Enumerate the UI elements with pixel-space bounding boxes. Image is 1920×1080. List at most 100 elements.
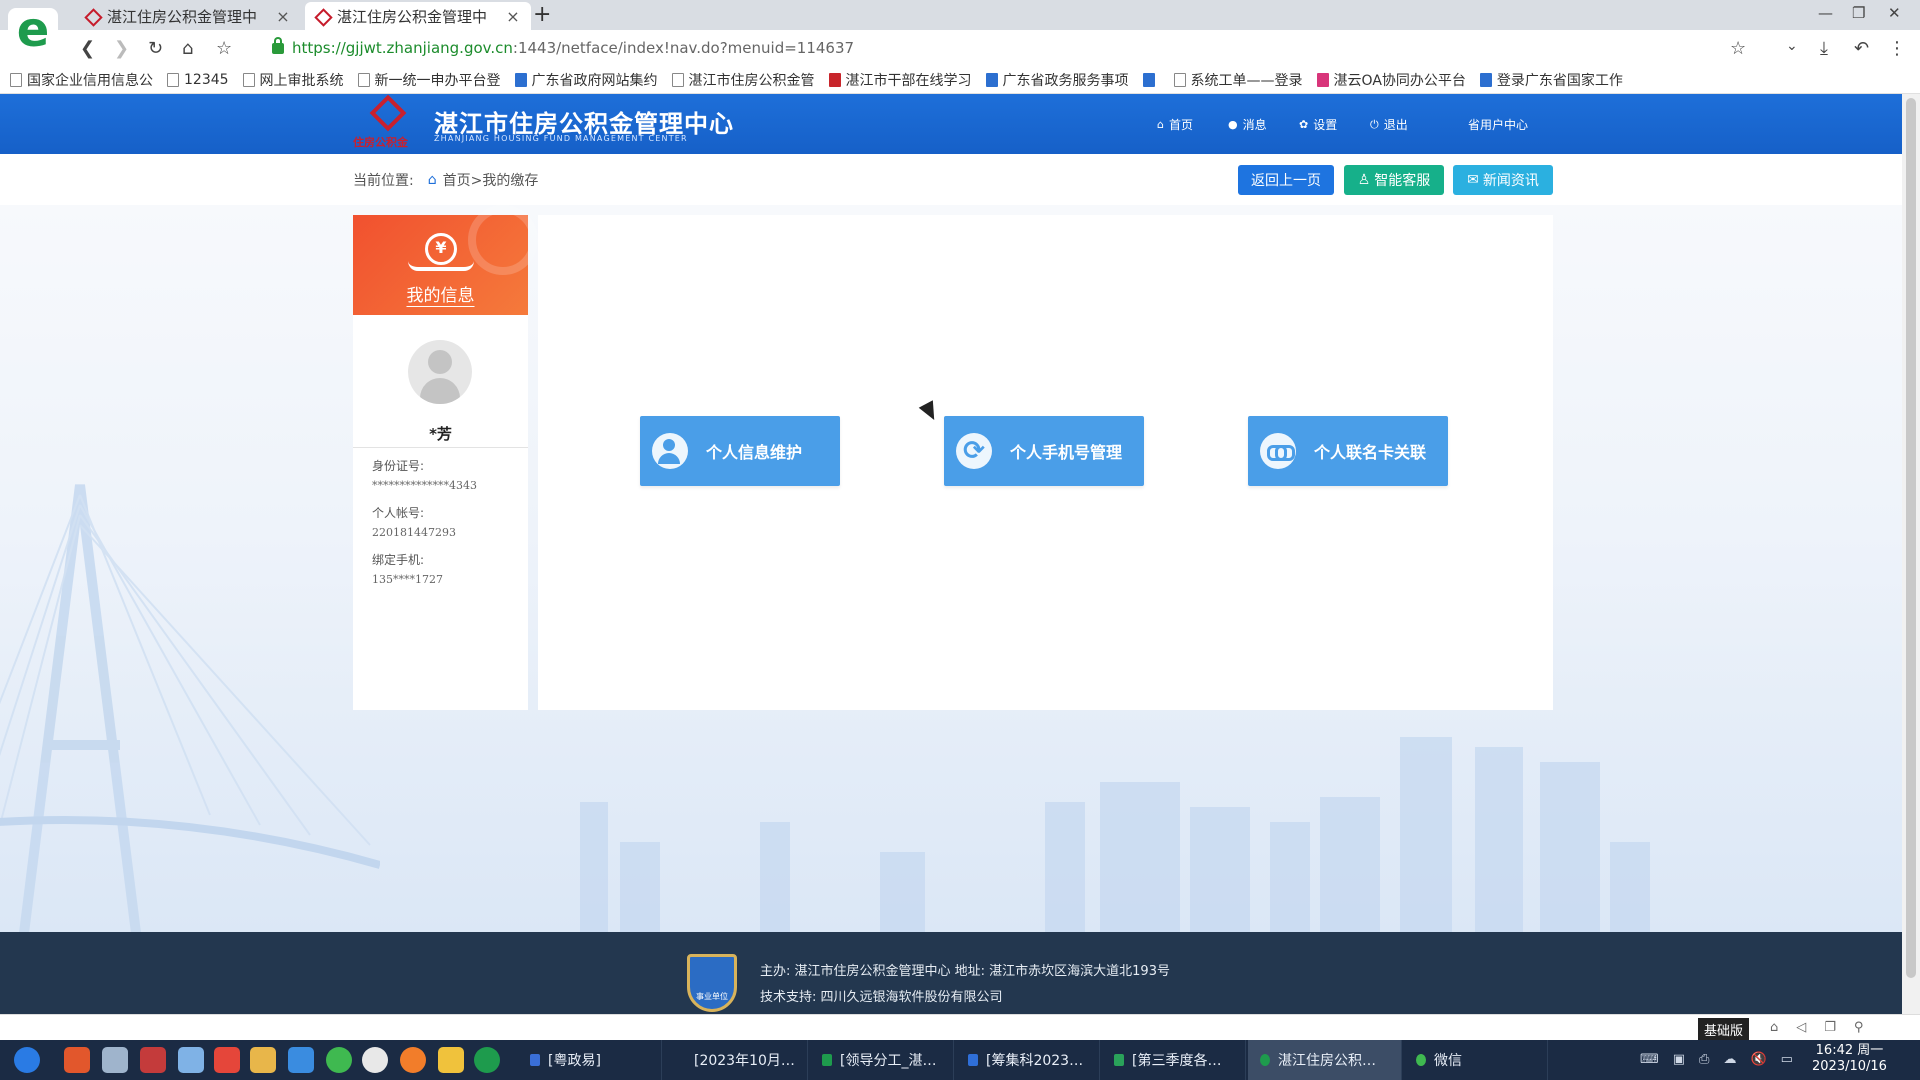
firefox-icon[interactable]	[400, 1047, 426, 1073]
qq-icon[interactable]	[362, 1047, 388, 1073]
breadcrumb-current: >我的缴存	[470, 173, 539, 189]
bookmark-item[interactable]: 12345	[167, 72, 229, 88]
user-name: *芳	[429, 425, 452, 443]
bookmark-item[interactable]: 网上审批系统	[242, 70, 344, 90]
nav-logout[interactable]: ⏻ 退出	[1370, 116, 1408, 133]
joint-card-link-button[interactable]: 个人联名卡关联	[1248, 416, 1448, 486]
start-icon[interactable]	[14, 1047, 40, 1073]
id-number-value: **************4343	[372, 479, 477, 492]
footer-tech-support: 技术支持: 四川久远银海软件股份有限公司	[760, 990, 1003, 1005]
system-tray-icons[interactable]: ⌨▣⎙☁🔇▭	[1640, 1052, 1807, 1067]
public-institution-badge-icon: 事业单位	[687, 954, 737, 1012]
breadcrumb-home-link[interactable]: 首页	[443, 170, 471, 190]
bookmark-item[interactable]: 湛江市干部在线学习	[828, 70, 972, 90]
tab-title: 湛江住房公积金管理中	[107, 7, 258, 26]
housing-fund-logo-icon: 住房公积金	[353, 94, 429, 150]
footer-sponsor: 主办: 湛江市住房公积金管理中心 地址: 湛江市赤坎区海滨大道北193号	[760, 964, 1170, 979]
app-icon[interactable]	[64, 1047, 90, 1073]
breadcrumb: 当前位置: ⌂ 首页 >我的缴存	[353, 170, 538, 190]
nav-home[interactable]: ⌂ 首页	[1157, 116, 1193, 133]
forward-arrow-icon[interactable]: ❯	[114, 38, 129, 59]
person-icon: ♙	[1357, 172, 1371, 188]
bookmark-item[interactable]: 湛云OA协同办公平台	[1316, 70, 1466, 90]
browser-icon	[1260, 1054, 1270, 1066]
app-icon[interactable]	[140, 1047, 166, 1073]
app-icon[interactable]	[102, 1047, 128, 1073]
bridge-illustration	[0, 484, 380, 932]
reload-icon[interactable]: ↻	[148, 38, 163, 59]
browser-tab-bar: e 湛江住房公积金管理中 × 湛江住房公积金管理中 × + — ❐ ✕	[0, 0, 1920, 58]
bookmark-item[interactable]: 广东省政务服务事项	[985, 70, 1129, 90]
download-icon[interactable]: ⤓	[1820, 38, 1828, 59]
app-icon[interactable]	[214, 1047, 240, 1073]
sync-icon	[956, 433, 992, 469]
taskbar-item[interactable]: [2023年10月…	[664, 1040, 808, 1080]
my-info-header[interactable]: 我的信息	[353, 205, 538, 315]
scrollbar-thumb[interactable]	[1906, 98, 1916, 978]
taskbar-item-active[interactable]: 湛江住房公积…	[1248, 1040, 1402, 1080]
nav-settings[interactable]: ✿ 设置	[1299, 116, 1337, 133]
app-icon[interactable]	[288, 1047, 314, 1073]
app-icon	[530, 1054, 540, 1066]
close-tab-icon[interactable]: ×	[275, 7, 291, 26]
clock[interactable]: 16:42 周一 2023/10/16	[1812, 1043, 1887, 1075]
bookmark-item[interactable]: 登录广东省国家工作	[1479, 70, 1623, 90]
site-subtitle: ZHANJIANG HOUSING FUND MANAGEMENT CENTER	[434, 134, 688, 143]
chevron-down-icon[interactable]: ⌄	[1786, 38, 1798, 54]
hand-icon	[408, 261, 474, 271]
browser-tab-2-active[interactable]: 湛江住房公积金管理中 ×	[305, 2, 531, 30]
lock-icon	[272, 36, 284, 54]
gov-icon	[985, 72, 998, 87]
smart-service-button[interactable]: ♙ 智能客服	[1344, 165, 1444, 195]
bookmark-item[interactable]: 新一统一申办平台登	[357, 70, 501, 90]
app-icon[interactable]	[250, 1047, 276, 1073]
restore-icon[interactable]: ❐	[1852, 4, 1865, 22]
nav-messages[interactable]: ● 消息	[1228, 116, 1267, 133]
taskbar-item[interactable]: 微信	[1404, 1040, 1548, 1080]
my-info-label: 我的信息	[406, 286, 475, 306]
phone-management-button[interactable]: 个人手机号管理	[944, 416, 1144, 486]
site-footer: 事业单位 主办: 湛江市住房公积金管理中心 地址: 湛江市赤坎区海滨大道北193…	[0, 932, 1902, 1014]
word-icon	[968, 1054, 978, 1066]
folder-icon[interactable]	[438, 1047, 464, 1073]
browser-tab-1[interactable]: 湛江住房公积金管理中 ×	[75, 2, 301, 30]
wechat-icon[interactable]	[326, 1047, 352, 1073]
undo-icon[interactable]: ↶	[1854, 38, 1869, 59]
url-field[interactable]: https://gjjwt.zhanjiang.gov.cn:1443/netf…	[260, 36, 1760, 60]
favorite-star-icon[interactable]: ☆	[216, 38, 232, 59]
back-arrow-icon[interactable]: ❮	[80, 38, 95, 59]
bound-phone-label: 绑定手机:	[372, 553, 425, 567]
bookmark-star-icon[interactable]: ☆	[1730, 38, 1746, 59]
vertical-scrollbar[interactable]	[1902, 94, 1920, 1014]
nav-user-center[interactable]: 省用户中心	[1468, 116, 1528, 133]
menu-icon[interactable]: ⋮	[1888, 38, 1906, 59]
bookmark-item[interactable]: 广东省政府网站集约	[514, 70, 658, 90]
minimize-icon[interactable]: —	[1818, 4, 1833, 22]
news-button[interactable]: ✉ 新闻资讯	[1453, 165, 1553, 195]
close-window-icon[interactable]: ✕	[1888, 4, 1901, 22]
page-icon	[10, 72, 22, 87]
close-tab-icon[interactable]: ×	[505, 7, 521, 26]
app-icon[interactable]	[178, 1047, 204, 1073]
bookmark-item[interactable]: 系统工单——登录	[1173, 70, 1303, 90]
tab-title: 湛江住房公积金管理中	[337, 7, 488, 26]
new-tab-button[interactable]: +	[533, 2, 551, 27]
bookmark-item[interactable]: 国家企业信用信息公	[10, 70, 153, 90]
back-button[interactable]: 返回上一页	[1238, 165, 1334, 195]
browser-icon[interactable]	[474, 1047, 500, 1073]
personal-info-maintenance-button[interactable]: 个人信息维护	[640, 416, 840, 486]
page-icon	[1173, 72, 1186, 87]
taskbar-item[interactable]: [领导分工_湛…	[810, 1040, 954, 1080]
taskbar-item[interactable]: [粤政易]	[518, 1040, 662, 1080]
status-icons[interactable]: ⌂◁❐⚲	[1770, 1020, 1881, 1035]
account-number-value: 220181447293	[372, 526, 456, 539]
gov-icon	[514, 72, 527, 87]
taskbar-item[interactable]: [第三季度各…	[1102, 1040, 1246, 1080]
divider	[353, 447, 528, 448]
basic-mode-badge[interactable]: 基础版	[1698, 1018, 1750, 1041]
bookmark-item[interactable]	[1142, 72, 1160, 87]
taskbar-item[interactable]: [筹集科2023…	[956, 1040, 1100, 1080]
bookmark-item[interactable]: 湛江市住房公积金管	[671, 70, 815, 90]
home-icon[interactable]: ⌂	[182, 38, 193, 59]
site-favicon-icon	[315, 9, 329, 23]
